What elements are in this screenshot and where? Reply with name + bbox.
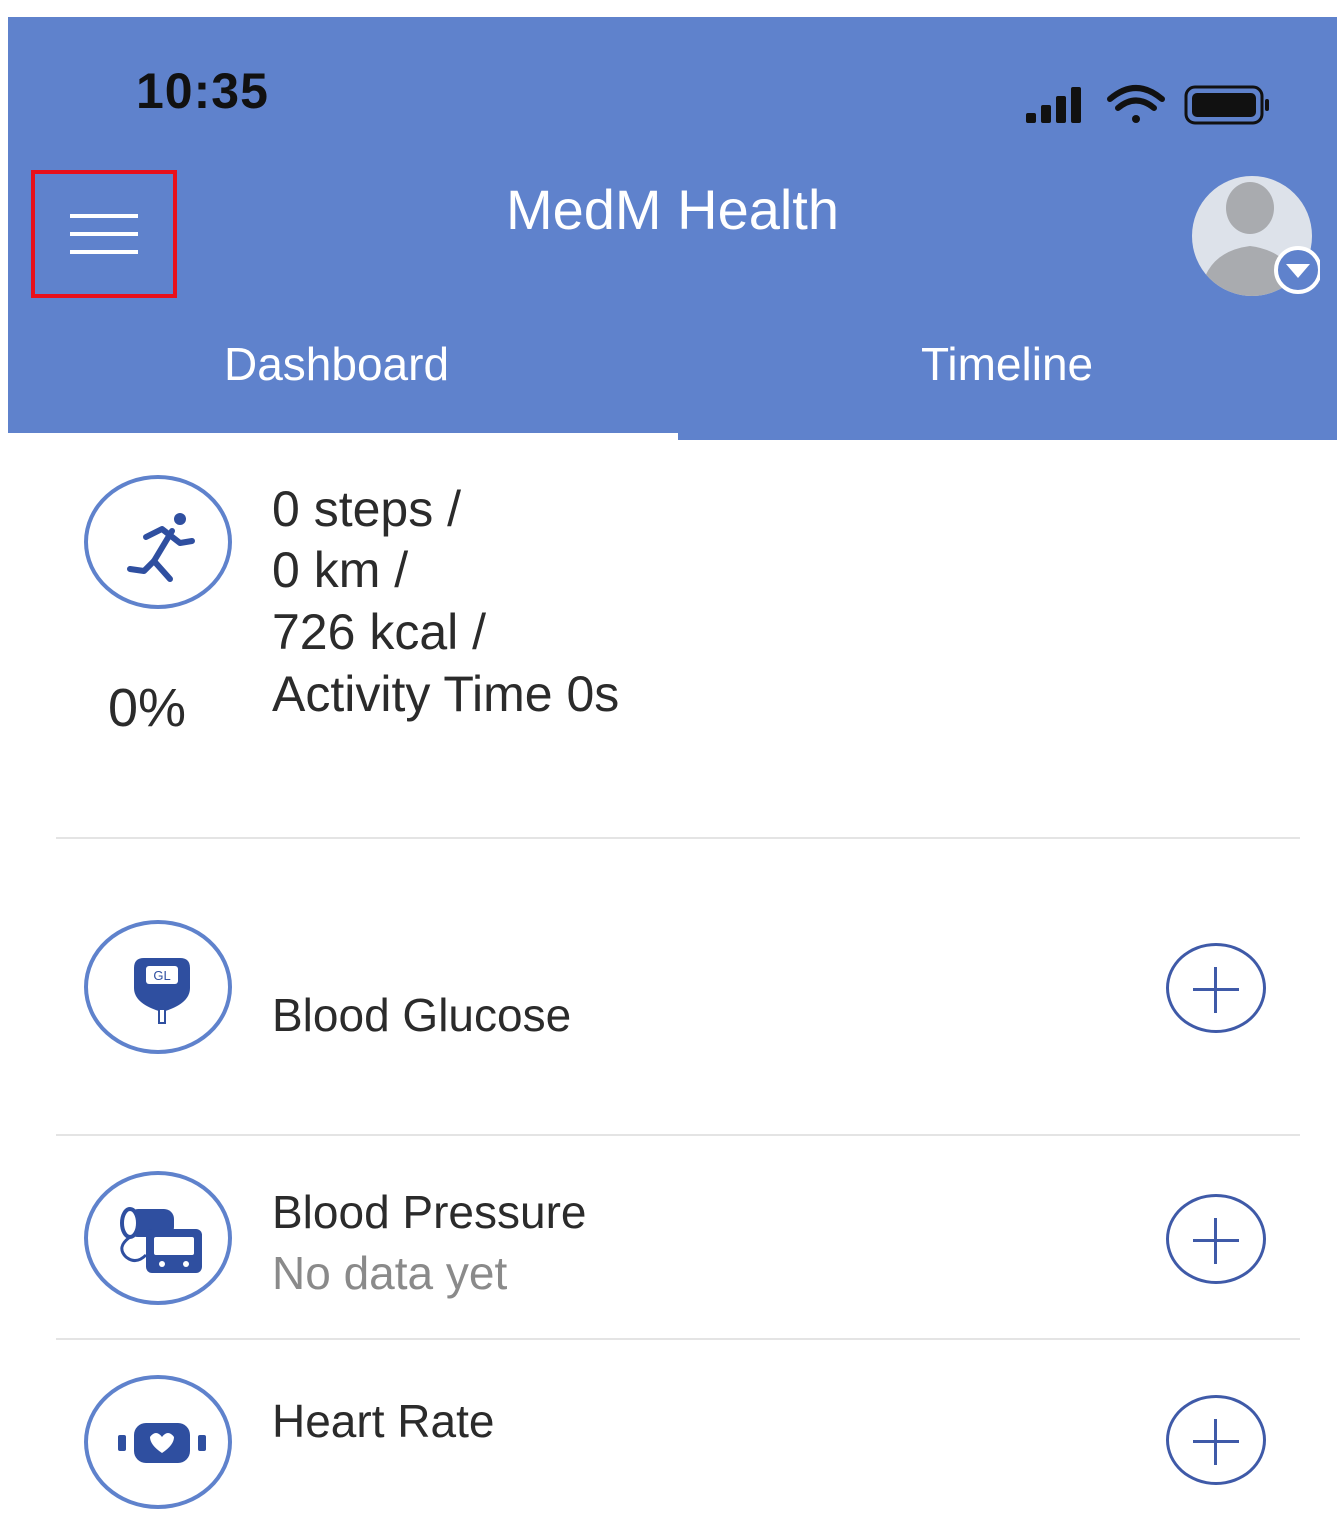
svg-text:GL: GL (153, 968, 170, 983)
battery-icon (1184, 85, 1269, 125)
divider (56, 837, 1300, 839)
tab-selected-indicator (8, 433, 678, 440)
glucose-meter-icon: GL (134, 958, 190, 1024)
activity-time: Activity Time 0s (272, 666, 620, 722)
blood-pressure-label: Blood Pressure (272, 1186, 587, 1238)
add-blood-glucose-button[interactable] (1166, 943, 1266, 1033)
activity-percent: 0% (108, 678, 187, 738)
blood-glucose-icon-circle[interactable]: GL (84, 920, 232, 1054)
blood-pressure-monitor-icon (120, 1207, 202, 1273)
heart-rate-icon-circle[interactable] (84, 1375, 232, 1509)
activity-steps: 0 steps / (272, 481, 461, 537)
user-avatar-icon (1192, 176, 1322, 296)
activity-calories: 726 kcal / (272, 604, 487, 660)
activity-icon-circle[interactable] (84, 475, 232, 609)
heart-rate-label: Heart Rate (272, 1395, 495, 1447)
status-time: 10:35 (136, 63, 269, 119)
activity-distance: 0 km / (272, 542, 409, 598)
divider (56, 1338, 1300, 1340)
heart-rate-monitor-icon (118, 1423, 206, 1463)
divider (56, 1134, 1300, 1136)
tab-dashboard[interactable]: Dashboard (224, 337, 449, 391)
blood-pressure-icon-circle[interactable] (84, 1171, 232, 1305)
wifi-icon (1107, 85, 1165, 123)
cellular-signal-icon (1026, 87, 1081, 123)
top-strip (0, 0, 1337, 17)
running-person-icon (127, 513, 195, 582)
app-header: 10:35 MedM Health Dashboard Timeline (8, 17, 1337, 440)
blood-glucose-label: Blood Glucose (272, 989, 572, 1041)
chevron-down-icon (1274, 246, 1322, 294)
app-title: MedM Health (505, 178, 840, 241)
blood-pressure-status: No data yet (272, 1247, 508, 1299)
tab-timeline[interactable]: Timeline (921, 337, 1093, 391)
add-blood-pressure-button[interactable] (1166, 1194, 1266, 1284)
avatar-button[interactable] (1184, 174, 1322, 298)
add-heart-rate-button[interactable] (1166, 1395, 1266, 1485)
menu-button[interactable] (31, 170, 177, 298)
status-icons (1026, 79, 1276, 134)
